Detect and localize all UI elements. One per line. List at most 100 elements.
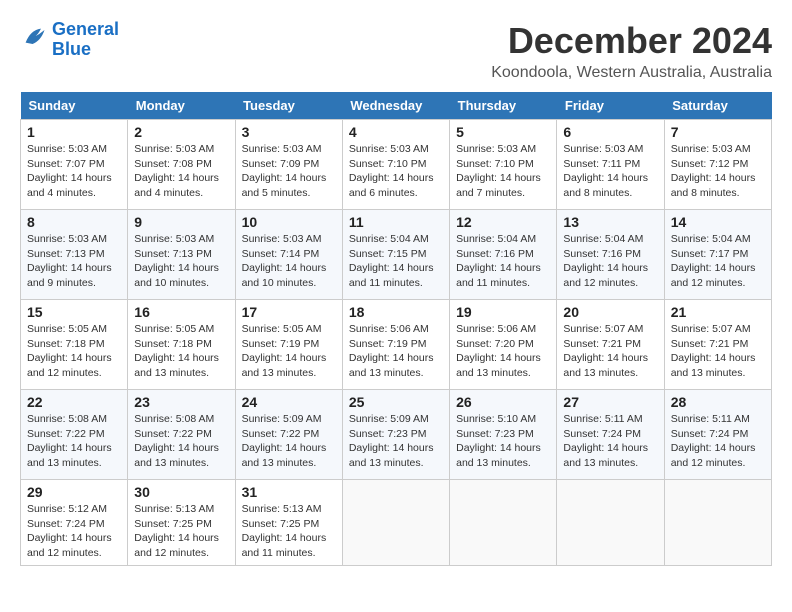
day-info: Sunrise: 5:05 AMSunset: 7:19 PMDaylight:… — [242, 322, 336, 381]
calendar-cell: 8 Sunrise: 5:03 AMSunset: 7:13 PMDaylight… — [21, 210, 128, 300]
day-number: 5 — [456, 124, 550, 140]
calendar-cell: 2 Sunrise: 5:03 AMSunset: 7:08 PMDaylight… — [128, 120, 235, 210]
day-info: Sunrise: 5:05 AMSunset: 7:18 PMDaylight:… — [27, 322, 121, 381]
calendar-cell: 22 Sunrise: 5:08 AMSunset: 7:22 PMDayligh… — [21, 390, 128, 480]
day-number: 2 — [134, 124, 228, 140]
logo-text: General Blue — [52, 20, 119, 60]
calendar-cell: 10 Sunrise: 5:03 AMSunset: 7:14 PMDayligh… — [235, 210, 342, 300]
col-header-saturday: Saturday — [664, 92, 771, 120]
calendar-cell: 28 Sunrise: 5:11 AMSunset: 7:24 PMDayligh… — [664, 390, 771, 480]
calendar-cell: 1 Sunrise: 5:03 AMSunset: 7:07 PMDaylight… — [21, 120, 128, 210]
day-info: Sunrise: 5:04 AMSunset: 7:16 PMDaylight:… — [563, 232, 657, 291]
day-number: 25 — [349, 394, 443, 410]
day-info: Sunrise: 5:06 AMSunset: 7:19 PMDaylight:… — [349, 322, 443, 381]
calendar-cell: 25 Sunrise: 5:09 AMSunset: 7:23 PMDayligh… — [342, 390, 449, 480]
day-info: Sunrise: 5:03 AMSunset: 7:13 PMDaylight:… — [27, 232, 121, 291]
day-info: Sunrise: 5:03 AMSunset: 7:12 PMDaylight:… — [671, 142, 765, 201]
calendar-cell: 30 Sunrise: 5:13 AMSunset: 7:25 PMDayligh… — [128, 480, 235, 566]
day-number: 27 — [563, 394, 657, 410]
day-info: Sunrise: 5:03 AMSunset: 7:14 PMDaylight:… — [242, 232, 336, 291]
week-row-5: 29 Sunrise: 5:12 AMSunset: 7:24 PMDayligh… — [21, 480, 772, 566]
col-header-wednesday: Wednesday — [342, 92, 449, 120]
day-number: 1 — [27, 124, 121, 140]
calendar-cell: 26 Sunrise: 5:10 AMSunset: 7:23 PMDayligh… — [450, 390, 557, 480]
calendar-cell — [557, 480, 664, 566]
day-number: 11 — [349, 214, 443, 230]
calendar-cell: 29 Sunrise: 5:12 AMSunset: 7:24 PMDayligh… — [21, 480, 128, 566]
day-number: 17 — [242, 304, 336, 320]
day-info: Sunrise: 5:11 AMSunset: 7:24 PMDaylight:… — [671, 412, 765, 471]
col-header-friday: Friday — [557, 92, 664, 120]
day-info: Sunrise: 5:08 AMSunset: 7:22 PMDaylight:… — [27, 412, 121, 471]
day-number: 28 — [671, 394, 765, 410]
day-number: 29 — [27, 484, 121, 500]
day-number: 10 — [242, 214, 336, 230]
calendar-table: SundayMondayTuesdayWednesdayThursdayFrid… — [20, 92, 772, 566]
day-info: Sunrise: 5:09 AMSunset: 7:23 PMDaylight:… — [349, 412, 443, 471]
logo-icon — [20, 23, 48, 51]
calendar-cell: 16 Sunrise: 5:05 AMSunset: 7:18 PMDayligh… — [128, 300, 235, 390]
day-number: 24 — [242, 394, 336, 410]
day-info: Sunrise: 5:13 AMSunset: 7:25 PMDaylight:… — [242, 502, 336, 561]
day-info: Sunrise: 5:07 AMSunset: 7:21 PMDaylight:… — [563, 322, 657, 381]
week-row-1: 1 Sunrise: 5:03 AMSunset: 7:07 PMDaylight… — [21, 120, 772, 210]
week-row-4: 22 Sunrise: 5:08 AMSunset: 7:22 PMDayligh… — [21, 390, 772, 480]
day-info: Sunrise: 5:03 AMSunset: 7:07 PMDaylight:… — [27, 142, 121, 201]
header: General Blue December 2024 Koondoola, We… — [20, 20, 772, 82]
day-number: 18 — [349, 304, 443, 320]
day-info: Sunrise: 5:05 AMSunset: 7:18 PMDaylight:… — [134, 322, 228, 381]
calendar-cell: 17 Sunrise: 5:05 AMSunset: 7:19 PMDayligh… — [235, 300, 342, 390]
day-info: Sunrise: 5:07 AMSunset: 7:21 PMDaylight:… — [671, 322, 765, 381]
day-info: Sunrise: 5:10 AMSunset: 7:23 PMDaylight:… — [456, 412, 550, 471]
location-title: Koondoola, Western Australia, Australia — [491, 64, 772, 82]
day-info: Sunrise: 5:03 AMSunset: 7:08 PMDaylight:… — [134, 142, 228, 201]
calendar-cell: 4Sunrise: 5:03 AMSunset: 7:10 PMDaylight… — [342, 120, 449, 210]
col-header-tuesday: Tuesday — [235, 92, 342, 120]
calendar-cell: 5 Sunrise: 5:03 AMSunset: 7:10 PMDaylight… — [450, 120, 557, 210]
day-info: Sunrise: 5:12 AMSunset: 7:24 PMDaylight:… — [27, 502, 121, 561]
day-info: Sunrise: 5:03 AMSunset: 7:09 PMDaylight:… — [242, 142, 336, 201]
calendar-cell: 23 Sunrise: 5:08 AMSunset: 7:22 PMDayligh… — [128, 390, 235, 480]
day-number: 30 — [134, 484, 228, 500]
day-info: Sunrise: 5:08 AMSunset: 7:22 PMDaylight:… — [134, 412, 228, 471]
calendar-cell: 24 Sunrise: 5:09 AMSunset: 7:22 PMDayligh… — [235, 390, 342, 480]
calendar-cell — [342, 480, 449, 566]
col-header-sunday: Sunday — [21, 92, 128, 120]
day-number: 26 — [456, 394, 550, 410]
calendar-cell: 15Sunrise: 5:05 AMSunset: 7:18 PMDayligh… — [21, 300, 128, 390]
calendar-cell: 18 Sunrise: 5:06 AMSunset: 7:19 PMDayligh… — [342, 300, 449, 390]
day-number: 21 — [671, 304, 765, 320]
col-header-monday: Monday — [128, 92, 235, 120]
calendar-cell — [450, 480, 557, 566]
day-info: Sunrise: 5:04 AMSunset: 7:15 PMDaylight:… — [349, 232, 443, 291]
title-area: December 2024 Koondoola, Western Austral… — [491, 20, 772, 82]
day-info: Sunrise: 5:13 AMSunset: 7:25 PMDaylight:… — [134, 502, 228, 561]
week-row-3: 15Sunrise: 5:05 AMSunset: 7:18 PMDayligh… — [21, 300, 772, 390]
day-number: 23 — [134, 394, 228, 410]
day-number: 22 — [27, 394, 121, 410]
calendar-cell: 11 Sunrise: 5:04 AMSunset: 7:15 PMDayligh… — [342, 210, 449, 300]
day-number: 20 — [563, 304, 657, 320]
calendar-cell: 9Sunrise: 5:03 AMSunset: 7:13 PMDaylight… — [128, 210, 235, 300]
day-info: Sunrise: 5:03 AMSunset: 7:10 PMDaylight:… — [456, 142, 550, 201]
day-info: Sunrise: 5:04 AMSunset: 7:17 PMDaylight:… — [671, 232, 765, 291]
calendar-cell: 21 Sunrise: 5:07 AMSunset: 7:21 PMDayligh… — [664, 300, 771, 390]
day-number: 9 — [134, 214, 228, 230]
calendar-cell — [664, 480, 771, 566]
day-number: 16 — [134, 304, 228, 320]
day-number: 6 — [563, 124, 657, 140]
calendar-cell: 19Sunrise: 5:06 AMSunset: 7:20 PMDayligh… — [450, 300, 557, 390]
day-info: Sunrise: 5:03 AMSunset: 7:11 PMDaylight:… — [563, 142, 657, 201]
month-title: December 2024 — [491, 20, 772, 62]
calendar-cell: 13Sunrise: 5:04 AMSunset: 7:16 PMDayligh… — [557, 210, 664, 300]
day-number: 12 — [456, 214, 550, 230]
logo: General Blue — [20, 20, 119, 60]
day-number: 8 — [27, 214, 121, 230]
calendar-cell: 7Sunrise: 5:03 AMSunset: 7:12 PMDaylight… — [664, 120, 771, 210]
calendar-cell: 31Sunrise: 5:13 AMSunset: 7:25 PMDayligh… — [235, 480, 342, 566]
calendar-cell: 20 Sunrise: 5:07 AMSunset: 7:21 PMDayligh… — [557, 300, 664, 390]
calendar-cell: 6 Sunrise: 5:03 AMSunset: 7:11 PMDaylight… — [557, 120, 664, 210]
calendar-cell: 3Sunrise: 5:03 AMSunset: 7:09 PMDaylight… — [235, 120, 342, 210]
day-number: 14 — [671, 214, 765, 230]
day-info: Sunrise: 5:09 AMSunset: 7:22 PMDaylight:… — [242, 412, 336, 471]
